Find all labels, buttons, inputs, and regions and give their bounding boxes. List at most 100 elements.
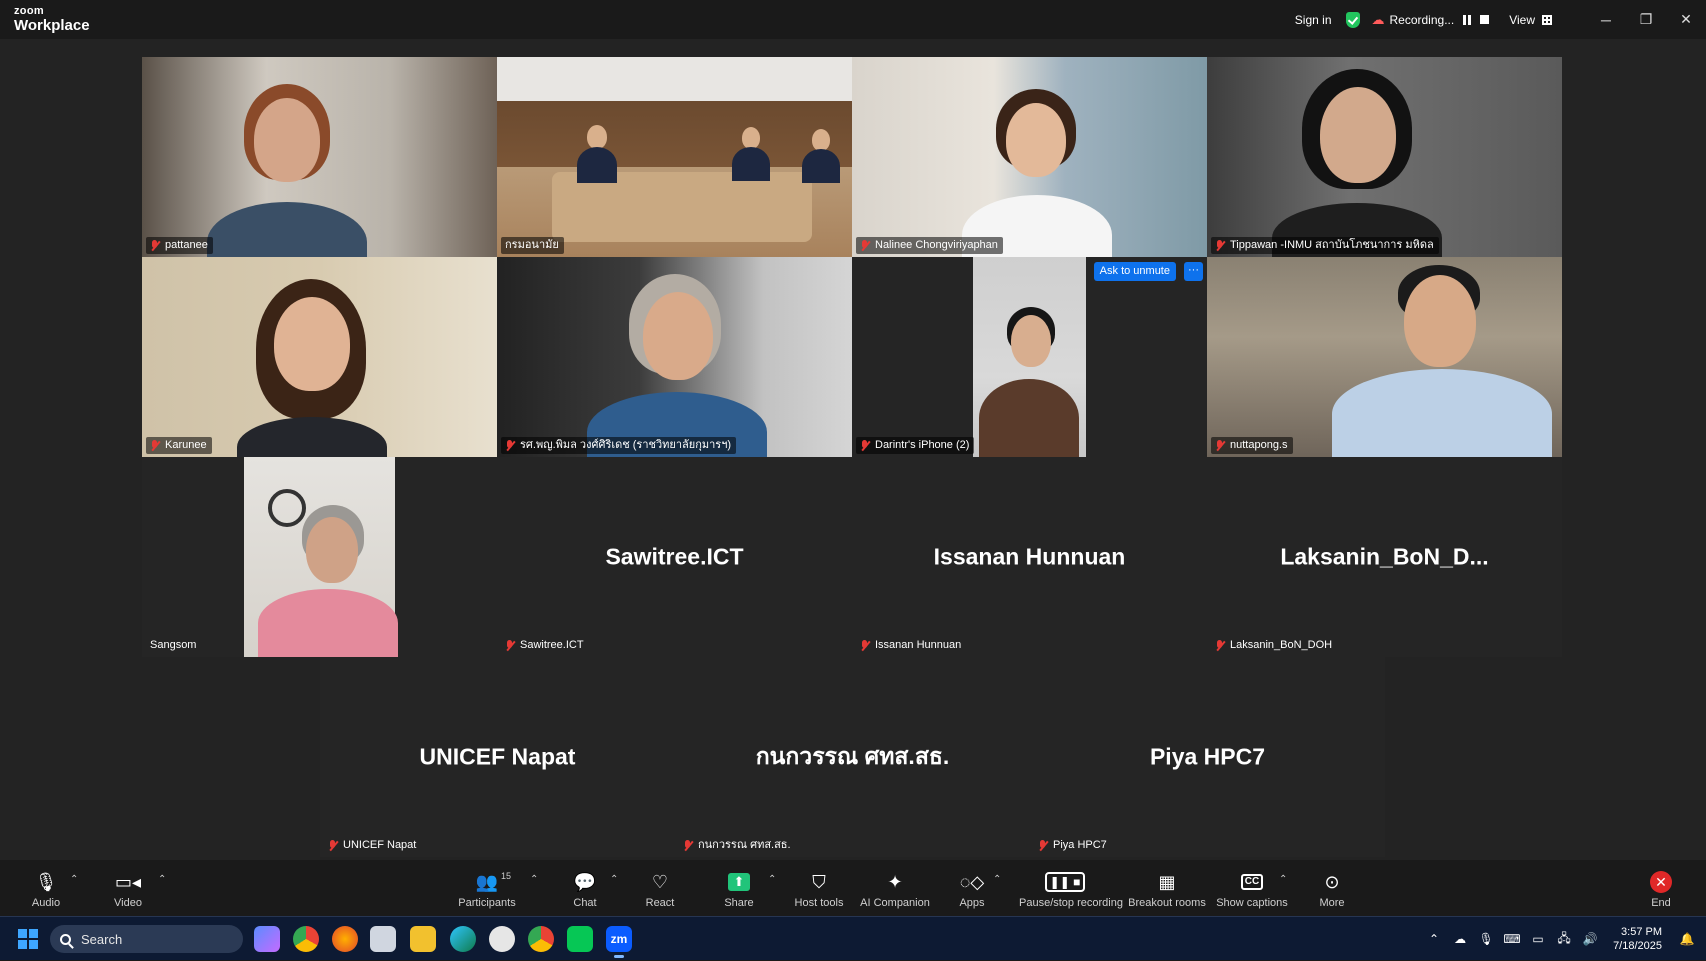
avatar-tile[interactable]: Issanan Hunnuan Issanan Hunnuan bbox=[852, 457, 1207, 657]
file-explorer-icon[interactable] bbox=[410, 926, 436, 952]
line-app-icon[interactable] bbox=[567, 926, 593, 952]
video-tile[interactable]: Sangsom bbox=[142, 457, 497, 657]
tile-more-options-icon[interactable]: ··· bbox=[1184, 262, 1203, 281]
avatar-tile[interactable]: กนกวรรณ ศทส.สธ. กนกวรรณ ศทส.สธ. bbox=[675, 657, 1030, 857]
apps-button[interactable]: ◌◇ Apps bbox=[927, 870, 1017, 910]
cloud-sync-icon[interactable]: ☁ bbox=[1447, 932, 1473, 946]
video-tile[interactable]: รศ.พญ.พิมล วงศ์ศิริเดช (ราชวิทยาลัยกุมาร… bbox=[497, 257, 852, 457]
windows-start-icon[interactable] bbox=[18, 929, 38, 949]
participant-name-label: pattanee bbox=[146, 237, 213, 254]
video-feed bbox=[1207, 57, 1562, 257]
participant-display-name: Sawitree.ICT bbox=[605, 543, 744, 570]
audio-options-chevron-icon[interactable]: ⌃ bbox=[70, 874, 78, 885]
video-tile[interactable]: Tippawan -INMU สถาบันโภชนาการ มหิดล bbox=[1207, 57, 1562, 257]
mic-muted-icon bbox=[860, 239, 869, 252]
breakout-rooms-icon: ▦ bbox=[1158, 871, 1176, 892]
participant-name-label: Darintr's iPhone (2) bbox=[856, 437, 975, 454]
volume-icon[interactable]: 🔊 bbox=[1577, 932, 1603, 946]
minimize-icon[interactable]: ─ bbox=[1586, 12, 1626, 28]
video-feed bbox=[497, 257, 852, 457]
participant-display-name: Laksanin_BoN_D... bbox=[1280, 543, 1489, 570]
mic-muted-icon bbox=[150, 239, 159, 252]
edge-icon[interactable] bbox=[450, 926, 476, 952]
more-options-icon: ⊙ bbox=[1324, 871, 1340, 892]
avatar-tile[interactable]: Piya HPC7 Piya HPC7 bbox=[1030, 657, 1385, 857]
end-meeting-button[interactable]: ✕ End bbox=[1616, 870, 1706, 909]
view-label: View bbox=[1509, 12, 1535, 27]
title-bar: zoom Workplace Sign in ☁ Recording... Vi… bbox=[0, 0, 1706, 39]
end-call-icon: ✕ bbox=[1650, 871, 1672, 893]
search-icon bbox=[60, 933, 71, 945]
meeting-toolbar: 🎙 Audio ⌃ ▭◂ Video ⌃ 👥 Participants 15 ⌃… bbox=[0, 860, 1706, 916]
avatar-tile[interactable]: Sawitree.ICT Sawitree.ICT bbox=[497, 457, 852, 657]
video-tile[interactable]: Nalinee Chongviriyaphan bbox=[852, 57, 1207, 257]
mic-muted-icon bbox=[505, 639, 514, 652]
system-tray: ⌃ ☁ 🎙 ⌨ ▭ 🖧 🔊 3:57 PM 7/18/2025 🔔 bbox=[1421, 917, 1706, 961]
video-feed bbox=[142, 257, 497, 457]
close-window-icon[interactable]: ✕ bbox=[1666, 11, 1706, 28]
video-tile[interactable]: Karunee bbox=[142, 257, 497, 457]
recording-indicator: ☁ Recording... bbox=[1372, 12, 1490, 28]
pause-stop-recording-button[interactable]: ❚❚ ■ Pause/stop recording bbox=[1019, 870, 1123, 909]
github-icon[interactable] bbox=[489, 926, 515, 952]
zoom-logo: zoom Workplace bbox=[14, 5, 90, 34]
chrome-profile-icon[interactable] bbox=[528, 926, 554, 952]
video-tile[interactable]: pattanee bbox=[142, 57, 497, 257]
sign-in-link[interactable]: Sign in bbox=[1295, 13, 1332, 27]
apps-icon: ◌◇ bbox=[959, 871, 985, 892]
video-options-chevron-icon[interactable]: ⌃ bbox=[158, 874, 166, 885]
network-icon[interactable]: 🖧 bbox=[1551, 929, 1577, 950]
pause-stop-icon: ❚❚ ■ bbox=[1019, 870, 1111, 894]
video-feed bbox=[142, 457, 497, 657]
cloud-recording-icon: ☁ bbox=[1371, 11, 1385, 27]
participant-name-label: Sawitree.ICT bbox=[501, 637, 589, 654]
breakout-rooms-button[interactable]: ▦ Breakout rooms bbox=[1122, 870, 1212, 910]
chrome-icon[interactable] bbox=[293, 926, 319, 952]
heart-icon: ♡ bbox=[651, 871, 669, 892]
copilot-icon[interactable] bbox=[254, 926, 280, 952]
pause-recording-icon[interactable] bbox=[1463, 14, 1472, 25]
news-app-icon[interactable] bbox=[370, 926, 396, 952]
participants-options-chevron-icon[interactable]: ⌃ bbox=[530, 874, 538, 885]
mic-muted-icon bbox=[1038, 839, 1047, 852]
video-feed bbox=[852, 57, 1207, 257]
zoom-taskbar-icon[interactable]: zm bbox=[606, 926, 632, 958]
participants-count-badge: 15 bbox=[501, 871, 512, 881]
mic-muted-icon bbox=[505, 439, 514, 452]
video-feed bbox=[852, 257, 1207, 457]
notifications-icon[interactable]: 🔔 bbox=[1674, 932, 1700, 946]
show-hidden-icons-chevron-icon[interactable]: ⌃ bbox=[1421, 932, 1447, 946]
taskbar-clock[interactable]: 3:57 PM 7/18/2025 bbox=[1613, 925, 1662, 953]
mic-muted-icon bbox=[683, 839, 692, 852]
microphone-tray-icon[interactable]: 🎙 bbox=[1473, 932, 1499, 946]
view-button[interactable]: View bbox=[1509, 13, 1552, 27]
os-taskbar: Search zm ⌃ ☁ 🎙 ⌨ ▭ 🖧 🔊 3:57 PM 7/18/202… bbox=[0, 916, 1706, 960]
participant-name-label: nuttapong.s bbox=[1211, 437, 1293, 454]
avatar-tile[interactable]: UNICEF Napat UNICEF Napat bbox=[320, 657, 675, 857]
firefox-icon[interactable] bbox=[332, 926, 358, 952]
participant-name-label: Nalinee Chongviriyaphan bbox=[856, 237, 1003, 254]
participant-name-label: Sangsom bbox=[150, 639, 197, 651]
react-button[interactable]: ♡ React bbox=[615, 870, 705, 910]
more-button[interactable]: ⊙ More bbox=[1287, 870, 1377, 910]
stop-recording-icon[interactable] bbox=[1480, 15, 1490, 24]
participant-name-label: Tippawan -INMU สถาบันโภชนาการ มหิดล bbox=[1211, 237, 1439, 254]
apps-options-chevron-icon[interactable]: ⌃ bbox=[993, 874, 1001, 885]
gallery-view: pattanee กรมอนามัย Nalinee Chongviriyaph… bbox=[0, 39, 1706, 860]
display-icon[interactable]: ▭ bbox=[1525, 932, 1551, 946]
recording-label: Recording... bbox=[1389, 12, 1455, 27]
restore-icon[interactable]: ❐ bbox=[1626, 11, 1666, 28]
video-tile-active-speaker[interactable]: กรมอนามัย bbox=[497, 57, 852, 257]
video-tile[interactable]: nuttapong.s bbox=[1207, 257, 1562, 457]
security-shield-icon[interactable] bbox=[1345, 11, 1360, 28]
video-tile[interactable]: Ask to unmute ··· Darintr's iPhone (2) bbox=[852, 257, 1207, 457]
ask-to-unmute-button[interactable]: Ask to unmute bbox=[1093, 262, 1176, 281]
clock-time: 3:57 PM bbox=[1621, 926, 1662, 938]
brand-small: zoom bbox=[14, 5, 44, 17]
mic-muted-icon bbox=[150, 439, 159, 452]
taskbar-search-box[interactable]: Search bbox=[50, 925, 243, 953]
participants-button[interactable]: 👥 Participants bbox=[442, 870, 532, 910]
avatar-tile[interactable]: Laksanin_BoN_D... Laksanin_BoN_DOH bbox=[1207, 457, 1562, 657]
keyboard-icon[interactable]: ⌨ bbox=[1499, 932, 1525, 946]
participant-name-label: กรมอนามัย bbox=[501, 237, 564, 254]
